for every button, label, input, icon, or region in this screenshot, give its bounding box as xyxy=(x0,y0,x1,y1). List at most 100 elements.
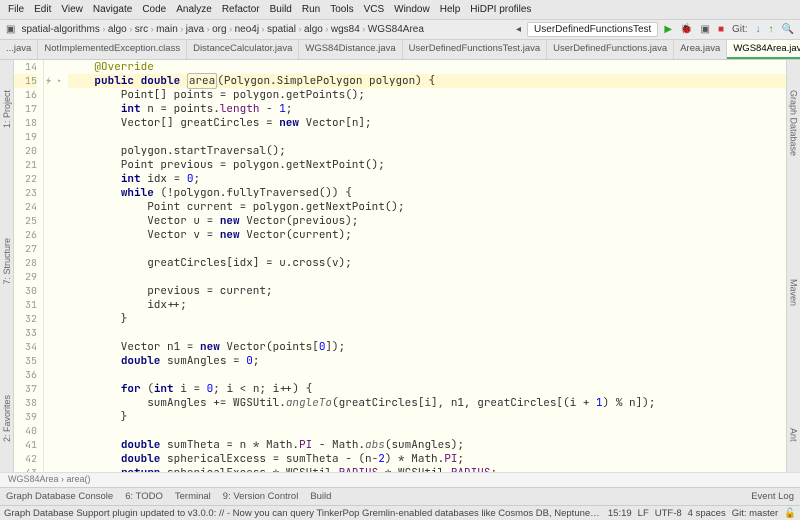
gutter-annotation[interactable] xyxy=(44,396,64,410)
bottom-tool-tab[interactable]: 9: Version Control xyxy=(217,489,305,504)
code-line[interactable] xyxy=(68,326,786,340)
gutter-annotation[interactable] xyxy=(44,144,64,158)
code-line[interactable]: while (!polygon.fullyTraversed()) { xyxy=(68,186,786,200)
code-line[interactable]: polygon.startTraversal(); xyxy=(68,144,786,158)
gutter-annotation[interactable] xyxy=(44,312,64,326)
breadcrumb-item[interactable]: neo4j xyxy=(235,24,259,35)
annotation-gutter[interactable]: ⚡ ▸ xyxy=(44,60,64,472)
editor-tab[interactable]: DistanceCalculator.java xyxy=(187,40,299,59)
line-separator[interactable]: LF xyxy=(638,508,649,519)
code-line[interactable]: double sphericalExcess = sumTheta - (n-2… xyxy=(68,452,786,466)
menu-code[interactable]: Code xyxy=(138,2,170,17)
code-line[interactable]: double sumAngles = 0; xyxy=(68,354,786,368)
code-line[interactable] xyxy=(68,270,786,284)
line-number[interactable]: 19 xyxy=(14,130,37,144)
gutter-annotation[interactable] xyxy=(44,116,64,130)
breadcrumb-item[interactable]: src xyxy=(135,24,148,35)
gutter-annotation[interactable] xyxy=(44,130,64,144)
gutter-annotation[interactable] xyxy=(44,340,64,354)
line-gutter[interactable]: 1415161718192021222324252627282930313233… xyxy=(14,60,44,472)
menu-build[interactable]: Build xyxy=(266,2,296,17)
code-line[interactable]: greatCircles[idx] = u.cross(v); xyxy=(68,256,786,270)
code-line[interactable]: } xyxy=(68,312,786,326)
line-number[interactable]: 34 xyxy=(14,340,37,354)
line-number[interactable]: 27 xyxy=(14,242,37,256)
tool-window-button[interactable]: Maven xyxy=(789,279,799,306)
menu-window[interactable]: Window xyxy=(390,2,434,17)
search-icon[interactable]: 🔍 xyxy=(780,24,796,35)
code-line[interactable]: Point previous = polygon.getNextPoint(); xyxy=(68,158,786,172)
gutter-annotation[interactable] xyxy=(44,60,64,74)
menu-run[interactable]: Run xyxy=(298,2,324,17)
back-button[interactable]: ◂ xyxy=(514,24,523,35)
gutter-annotation[interactable] xyxy=(44,228,64,242)
code-line[interactable]: @Override xyxy=(68,60,786,74)
line-number[interactable]: 29 xyxy=(14,270,37,284)
bottom-tool-tab[interactable]: Build xyxy=(304,489,337,504)
editor-tab[interactable]: NotImplementedException.class xyxy=(38,40,187,59)
line-number[interactable]: 25 xyxy=(14,214,37,228)
breadcrumb-item[interactable]: main xyxy=(156,24,178,35)
line-number[interactable]: 35 xyxy=(14,354,37,368)
git-branch[interactable]: Git: master xyxy=(732,508,778,519)
gutter-annotation[interactable] xyxy=(44,102,64,116)
menu-tools[interactable]: Tools xyxy=(326,2,357,17)
coverage-button[interactable]: ▣ xyxy=(698,24,711,35)
code-line[interactable]: } xyxy=(68,410,786,424)
line-number[interactable]: 18 xyxy=(14,116,37,130)
gutter-annotation[interactable] xyxy=(44,256,64,270)
line-number[interactable]: 43 xyxy=(14,466,37,472)
debug-button[interactable]: 🐞 xyxy=(678,24,694,35)
gutter-annotation[interactable] xyxy=(44,172,64,186)
breadcrumb-item[interactable]: java xyxy=(186,24,204,35)
menu-file[interactable]: File xyxy=(4,2,28,17)
gutter-annotation[interactable]: ⚡ ▸ xyxy=(44,74,64,88)
line-number[interactable]: 14 xyxy=(14,60,37,74)
line-number[interactable]: 39 xyxy=(14,410,37,424)
gutter-annotation[interactable] xyxy=(44,158,64,172)
menu-edit[interactable]: Edit xyxy=(30,2,55,17)
editor-tab[interactable]: UserDefinedFunctionsTest.java xyxy=(403,40,547,59)
code-line[interactable] xyxy=(68,368,786,382)
code-editor[interactable]: 1415161718192021222324252627282930313233… xyxy=(14,60,786,472)
gutter-annotation[interactable] xyxy=(44,466,64,472)
breadcrumbs[interactable]: spatial-algorithms › algo › src › main ›… xyxy=(21,24,423,35)
tool-window-button[interactable]: Graph Database xyxy=(789,90,799,156)
gutter-annotation[interactable] xyxy=(44,326,64,340)
code-line[interactable]: previous = current; xyxy=(68,284,786,298)
code-line[interactable]: Vector[] greatCircles = new Vector[n]; xyxy=(68,116,786,130)
menu-help[interactable]: Help xyxy=(436,2,465,17)
gutter-annotation[interactable] xyxy=(44,438,64,452)
line-number[interactable]: 17 xyxy=(14,102,37,116)
line-number[interactable]: 16 xyxy=(14,88,37,102)
line-number[interactable]: 42 xyxy=(14,452,37,466)
breadcrumb-item[interactable]: algo xyxy=(304,24,323,35)
line-number[interactable]: 38 xyxy=(14,396,37,410)
editor-breadcrumb[interactable]: WGS84Area › area() xyxy=(0,472,800,487)
line-number[interactable]: 15 xyxy=(14,74,37,88)
gutter-annotation[interactable] xyxy=(44,214,64,228)
stop-button[interactable]: ■ xyxy=(716,24,726,35)
file-encoding[interactable]: UTF-8 xyxy=(655,508,682,519)
code-line[interactable]: for (int i = 0; i < n; i++) { xyxy=(68,382,786,396)
line-number[interactable]: 26 xyxy=(14,228,37,242)
line-number[interactable]: 21 xyxy=(14,158,37,172)
code-line[interactable]: idx++; xyxy=(68,298,786,312)
git-pull-icon[interactable]: ↓ xyxy=(754,24,763,35)
code-line[interactable] xyxy=(68,242,786,256)
indent-setting[interactable]: 4 spaces xyxy=(688,508,726,519)
breadcrumb-item[interactable]: WGS84Area xyxy=(368,24,424,35)
editor-tab[interactable]: ...java xyxy=(0,40,38,59)
tool-window-button[interactable]: 2: Favorites xyxy=(2,395,12,442)
editor-tab[interactable]: UserDefinedFunctions.java xyxy=(547,40,674,59)
code-line[interactable]: int idx = 0; xyxy=(68,172,786,186)
left-tool-stripe[interactable]: 1: Project7: Structure2: Favorites xyxy=(0,60,14,472)
gutter-annotation[interactable] xyxy=(44,242,64,256)
line-number[interactable]: 23 xyxy=(14,186,37,200)
breadcrumb-item[interactable]: wgs84 xyxy=(331,24,360,35)
gutter-annotation[interactable] xyxy=(44,368,64,382)
tool-window-button[interactable]: Ant xyxy=(789,428,799,442)
line-number[interactable]: 37 xyxy=(14,382,37,396)
lock-icon[interactable]: 🔓 xyxy=(784,508,796,519)
gutter-annotation[interactable] xyxy=(44,200,64,214)
